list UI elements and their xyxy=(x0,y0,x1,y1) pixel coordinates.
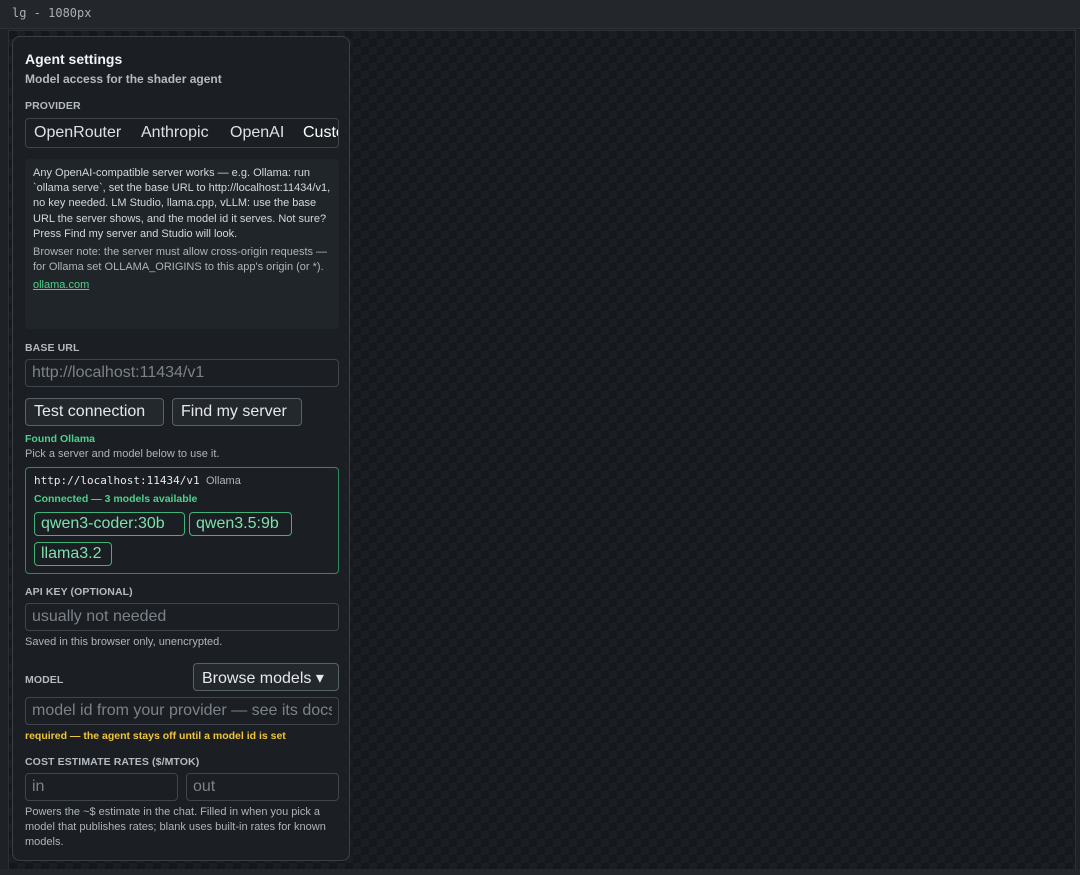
rate-in-input[interactable] xyxy=(26,774,177,800)
browse-models-button[interactable]: Browse models ▾ xyxy=(193,663,339,691)
found-hint: Pick a server and model below to use it. xyxy=(25,448,220,460)
tab-openrouter[interactable]: OpenRouter xyxy=(34,124,121,142)
cors-note: Browser note: the server must allow cros… xyxy=(33,246,328,274)
provider-label: PROVIDER xyxy=(25,100,81,112)
rate-out-input[interactable] xyxy=(187,774,338,800)
base-url-field xyxy=(25,359,339,387)
panel-title: Agent settings xyxy=(25,51,123,67)
provider-tabs: OpenRouter Anthropic OpenAI Custom xyxy=(25,118,339,148)
server-url: http://localhost:11434/v1 xyxy=(34,474,200,487)
model-chip[interactable]: qwen3.5:9b xyxy=(189,512,292,536)
api-key-hint: Saved in this browser only, unencrypted. xyxy=(25,636,223,648)
find-my-server-button[interactable]: Find my server xyxy=(172,398,302,426)
server-kind: Ollama xyxy=(206,475,241,487)
model-id-input[interactable] xyxy=(26,698,338,724)
panel-subtitle: Model access for the shader agent xyxy=(25,72,222,86)
tab-custom[interactable]: Custom xyxy=(303,124,338,142)
test-connection-button[interactable]: Test connection xyxy=(25,398,164,426)
bottom-bar xyxy=(0,869,1080,875)
base-url-label: BASE URL xyxy=(25,342,80,354)
window-titlebar: lg - 1080px xyxy=(0,0,1080,29)
api-key-label: API KEY (OPTIONAL) xyxy=(25,586,133,598)
found-status: Found Ollama xyxy=(25,433,96,445)
model-required-warning: required — the agent stays off until a m… xyxy=(25,730,286,742)
provider-info-box: Any OpenAI-compatible server works — e.g… xyxy=(25,159,339,329)
api-key-field xyxy=(25,603,339,631)
base-url-input[interactable] xyxy=(26,360,338,386)
api-key-input[interactable] xyxy=(26,604,338,630)
server-card[interactable]: http://localhost:11434/v1 Ollama Connect… xyxy=(25,467,339,574)
provider-info-text: Any OpenAI-compatible server works — e.g… xyxy=(33,167,331,240)
model-chip[interactable]: llama3.2 xyxy=(34,542,112,566)
rate-in-field xyxy=(25,773,178,801)
model-chip[interactable]: qwen3-coder:30b xyxy=(34,512,185,536)
rate-out-field xyxy=(186,773,339,801)
connection-status: Connected — 3 models available xyxy=(34,493,198,505)
tab-openai[interactable]: OpenAI xyxy=(230,124,284,142)
cost-rates-hint: Powers the ~$ estimate in the chat. Fill… xyxy=(25,806,326,849)
cost-rates-label: COST ESTIMATE RATES ($/MTOK) xyxy=(25,756,200,768)
model-label: MODEL xyxy=(25,674,64,686)
agent-settings-panel: Agent settings Model access for the shad… xyxy=(12,36,350,861)
ollama-link[interactable]: ollama.com xyxy=(33,279,331,291)
window-label: lg - 1080px xyxy=(12,6,92,20)
model-field xyxy=(25,697,339,725)
tab-anthropic[interactable]: Anthropic xyxy=(141,124,209,142)
